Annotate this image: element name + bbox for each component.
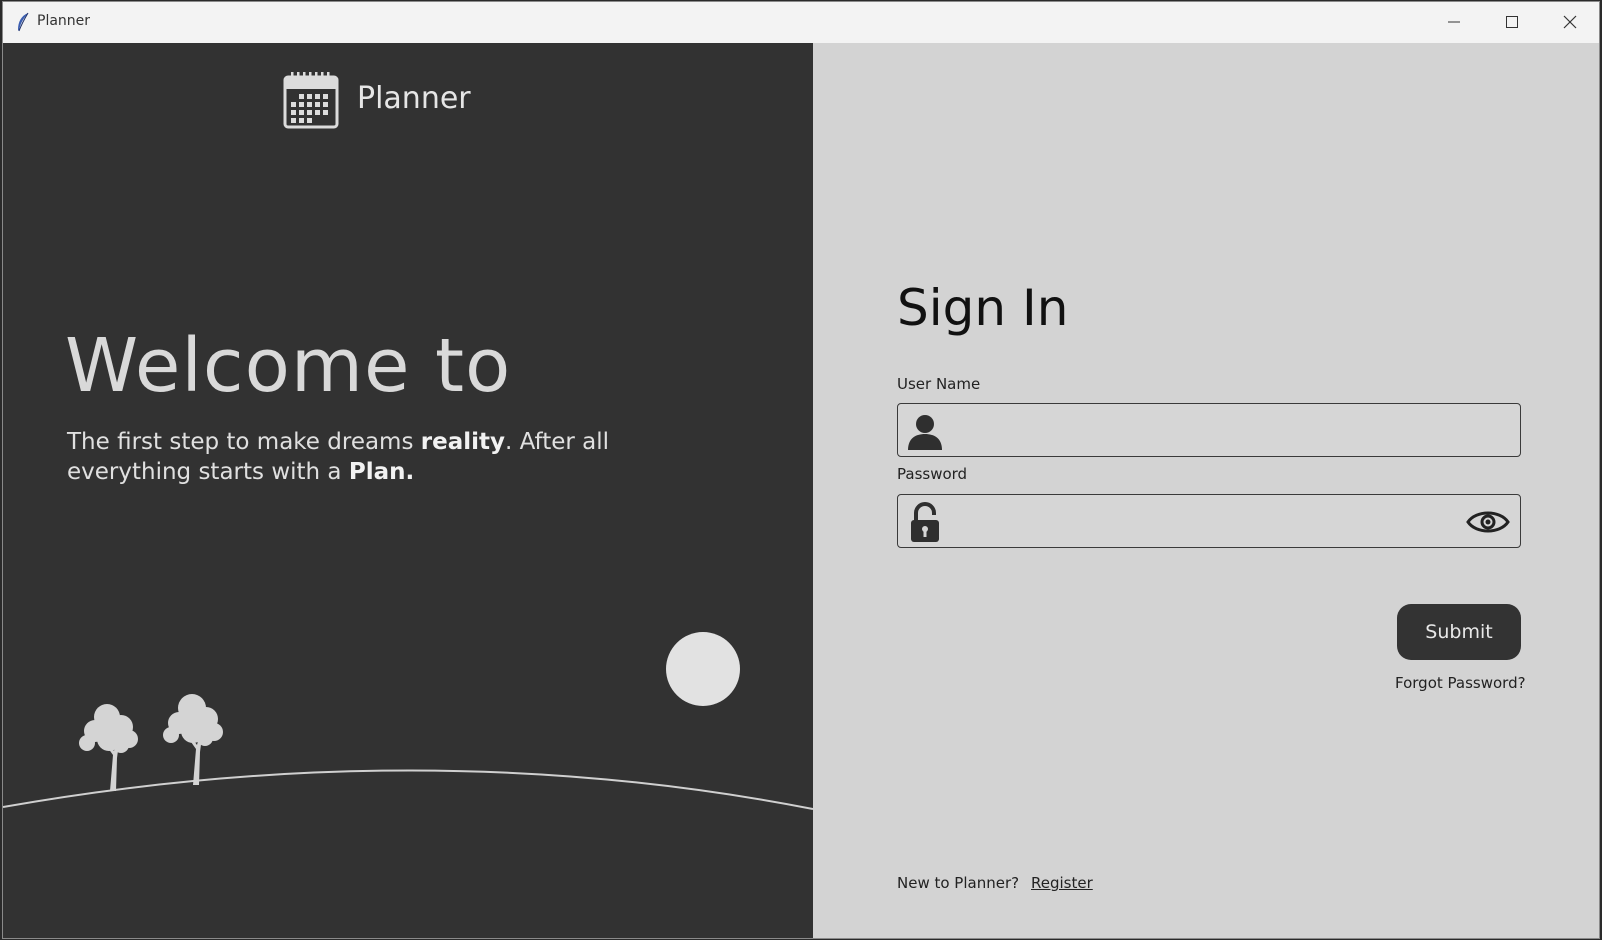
register-link[interactable]: Register [1031, 874, 1093, 892]
signin-panel: Sign In User Name Password Submit Forgot… [813, 43, 1599, 938]
maximize-button[interactable] [1483, 2, 1541, 43]
username-input[interactable] [958, 412, 1462, 450]
welcome-panel: Planner Welcome to The first step to mak… [3, 43, 813, 938]
new-user-text: New to Planner? [897, 874, 1020, 892]
password-input[interactable] [958, 503, 1462, 541]
title-bar: Planner [3, 2, 1599, 44]
user-icon [908, 415, 942, 450]
eye-icon[interactable] [1466, 507, 1510, 537]
tagline-bold-reality: reality [420, 429, 505, 455]
close-button[interactable] [1541, 2, 1599, 43]
maximize-icon [1506, 16, 1518, 28]
unlock-icon [911, 502, 939, 542]
password-field[interactable] [897, 494, 1521, 548]
welcome-heading: Welcome to [65, 323, 512, 409]
tree-icon [163, 694, 223, 785]
moon-shape [666, 632, 740, 706]
calendar-icon [283, 72, 339, 129]
tagline-part1: The first step to make dreams [67, 429, 421, 455]
forgot-password-link[interactable]: Forgot Password? [1395, 674, 1526, 692]
submit-button[interactable]: Submit [1397, 604, 1521, 660]
app-window: Planner Planner Welcome to The first ste… [2, 1, 1600, 939]
username-label: User Name [897, 375, 981, 393]
tagline-bold-plan: Plan. [348, 459, 415, 485]
feather-icon [18, 12, 29, 32]
tagline: The first step to make dreams reality. A… [67, 427, 667, 487]
username-field[interactable] [897, 403, 1521, 457]
window-title: Planner [37, 13, 91, 29]
minimize-button[interactable] [1425, 2, 1483, 43]
landscape-illustration [3, 632, 813, 810]
tree-icon [79, 704, 138, 791]
password-label: Password [897, 465, 968, 483]
close-icon [1563, 15, 1577, 29]
minimize-icon [1448, 21, 1460, 23]
brand-name: Planner [357, 81, 471, 116]
horizon-line [3, 769, 813, 810]
signin-title: Sign In [897, 279, 1069, 337]
